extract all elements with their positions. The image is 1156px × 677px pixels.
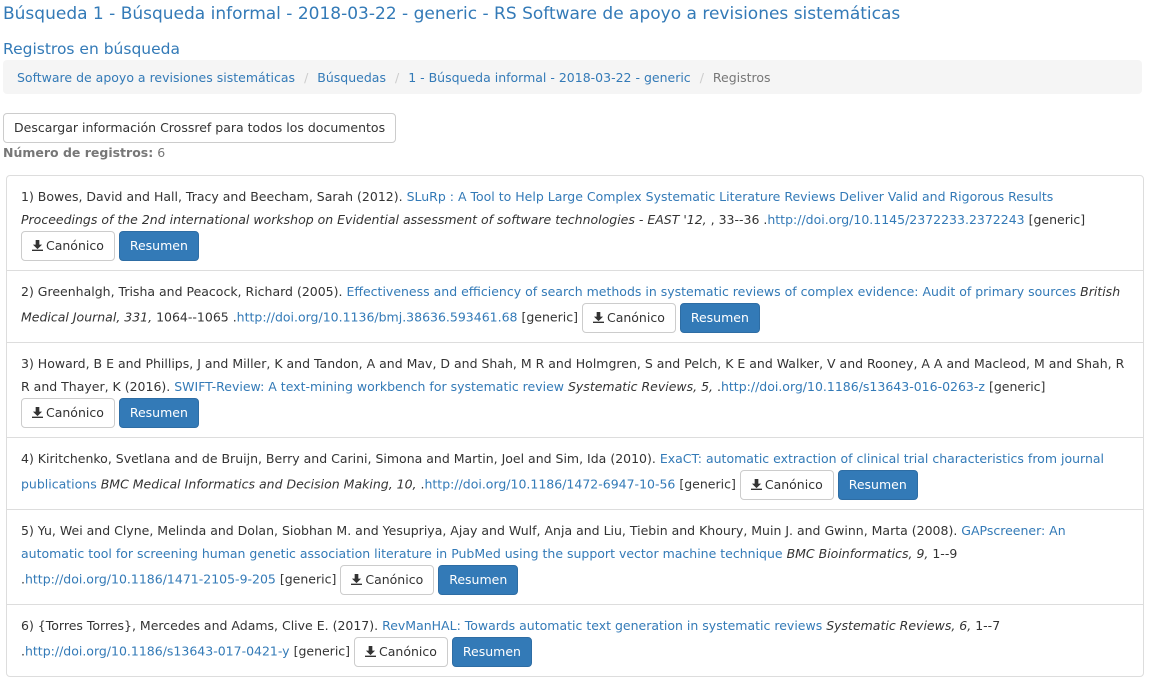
record-item: 5) Yu, Wei and Clyne, Melinda and Dolan,…	[6, 509, 1144, 605]
canonico-button[interactable]: Canónico	[581, 303, 676, 333]
canonico-label: Canónico	[764, 477, 823, 492]
resumen-button[interactable]: Resumen	[679, 303, 760, 333]
canonico-button[interactable]: Canónico	[739, 470, 834, 500]
canonico-button[interactable]: Canónico	[21, 398, 115, 428]
record-tag: [generic]	[988, 379, 1046, 394]
record-venue: Systematic Reviews, 5,	[564, 379, 717, 394]
records-list: 1) Bowes, David and Hall, Tracy and Beec…	[6, 175, 1144, 677]
record-count-value: 6	[157, 145, 166, 160]
record-pages: , 33--36 .	[710, 212, 768, 227]
page: Búsqueda 1 - Búsqueda informal - 2018-03…	[0, 0, 1156, 677]
canonico-button[interactable]: Canónico	[354, 637, 448, 667]
record-tag: [generic]	[521, 309, 578, 325]
canonico-label: Canónico	[606, 310, 665, 325]
download-icon	[365, 646, 377, 657]
record-tag: [generic]	[279, 571, 337, 587]
record-venue: Systematic Reviews, 6,	[822, 618, 976, 633]
record-title-link[interactable]: SWIFT-Review: A text-mining workbench fo…	[174, 379, 564, 394]
breadcrumb-separator: /	[699, 69, 704, 85]
record-tag: [generic]	[679, 476, 736, 492]
record-item: 6) {Torres Torres}, Mercedes and Adams, …	[6, 604, 1144, 677]
breadcrumb-separator: /	[394, 69, 400, 85]
download-crossref-button[interactable]: Descargar información Crossref para todo…	[3, 113, 397, 143]
record-pages: 1064--1065 .	[156, 309, 237, 325]
breadcrumb-link-search[interactable]: 1 - Búsqueda informal - 2018-03-22 - gen…	[408, 70, 691, 85]
download-icon	[32, 407, 43, 418]
record-item: 1) Bowes, David and Hall, Tracy and Beec…	[6, 175, 1144, 271]
canonico-button[interactable]: Canónico	[21, 231, 115, 261]
page-title: Búsqueda 1 - Búsqueda informal - 2018-03…	[3, 4, 901, 24]
record-title-link[interactable]: Effectiveness and efficiency of search m…	[346, 284, 1076, 299]
canonico-label: Canónico	[365, 572, 424, 587]
record-authors: 5) Yu, Wei and Clyne, Melinda and Dolan,…	[21, 523, 962, 538]
record-doi-link[interactable]: http://doi.org/10.1186/1471-2105-9-205	[25, 572, 276, 587]
canonico-label: Canónico	[46, 238, 104, 253]
record-item: 3) Howard, B E and Phillips, J and Mille…	[6, 342, 1144, 438]
breadcrumb-link-busquedas[interactable]: Búsquedas	[317, 70, 386, 85]
resumen-button[interactable]: Resumen	[837, 470, 918, 500]
record-doi-link[interactable]: http://doi.org/10.1186/s13643-016-0263-z	[721, 379, 985, 394]
record-authors: 2) Greenhalgh, Trisha and Peacock, Richa…	[21, 284, 347, 299]
record-tag: [generic]	[1028, 212, 1086, 227]
page-subtitle: Registros en búsqueda	[3, 40, 180, 58]
record-authors: 1) Bowes, David and Hall, Tracy and Beec…	[21, 189, 407, 204]
breadcrumb-separator: /	[304, 69, 309, 85]
resumen-button[interactable]: Resumen	[118, 231, 199, 261]
record-authors: 4) Kiritchenko, Svetlana and de Bruijn, …	[21, 451, 660, 466]
download-icon	[32, 240, 43, 251]
record-venue: Proceedings of the 2nd international wor…	[21, 212, 711, 227]
record-doi-link[interactable]: http://doi.org/10.1136/bmj.38636.593461.…	[237, 310, 518, 325]
canonico-label: Canónico	[379, 644, 437, 659]
download-icon	[592, 312, 604, 323]
download-icon	[750, 479, 762, 490]
record-title-link[interactable]: RevManHAL: Towards automatic text genera…	[382, 618, 822, 633]
resumen-button[interactable]: Resumen	[118, 398, 199, 428]
record-doi-link[interactable]: http://doi.org/10.1186/1472-6947-10-56	[424, 477, 675, 492]
record-authors: 6) {Torres Torres}, Mercedes and Adams, …	[21, 618, 383, 633]
record-count: Número de registros: 6	[3, 145, 1142, 160]
canonico-label: Canónico	[46, 405, 104, 420]
record-venue: BMC Medical Informatics and Decision Mak…	[96, 476, 421, 492]
record-doi-link[interactable]: http://doi.org/10.1145/2372233.2372243	[767, 212, 1024, 227]
record-tag: [generic]	[293, 643, 351, 659]
record-venue: BMC Bioinformatics, 9,	[782, 546, 933, 561]
record-item: 4) Kiritchenko, Svetlana and de Bruijn, …	[6, 437, 1144, 510]
resumen-button[interactable]: Resumen	[451, 637, 532, 667]
breadcrumb: Software de apoyo a revisiones sistemáti…	[3, 60, 1142, 94]
breadcrumb-link-home[interactable]: Software de apoyo a revisiones sistemáti…	[17, 70, 295, 85]
resumen-button[interactable]: Resumen	[438, 565, 519, 595]
record-title-link[interactable]: SLuRp : A Tool to Help Large Complex Sys…	[407, 189, 1054, 204]
record-count-label: Número de registros:	[3, 145, 154, 160]
record-item: 2) Greenhalgh, Trisha and Peacock, Richa…	[6, 270, 1144, 343]
canonico-button[interactable]: Canónico	[340, 565, 435, 595]
record-doi-link[interactable]: http://doi.org/10.1186/s13643-017-0421-y	[25, 644, 290, 659]
breadcrumb-active: Registros	[712, 69, 771, 85]
download-icon	[351, 574, 363, 585]
